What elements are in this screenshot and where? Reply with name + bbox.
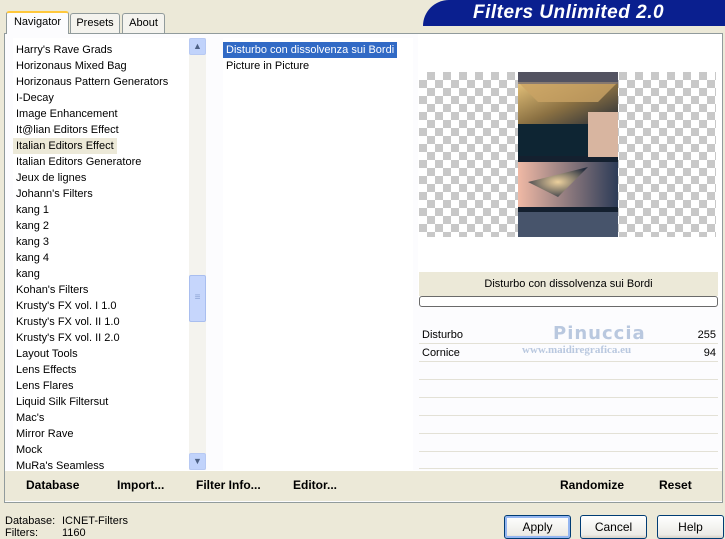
category-item[interactable]: kang 1	[13, 202, 52, 218]
category-item[interactable]: Johann's Filters	[13, 186, 96, 202]
category-item[interactable]: Mock	[13, 442, 45, 458]
category-item[interactable]: Krusty's FX vol. II 1.0	[13, 314, 123, 330]
filters-count-value: 1160	[62, 527, 86, 539]
category-item[interactable]: Layout Tools	[13, 346, 81, 362]
database-status-label: Database:	[5, 515, 56, 527]
app-title-banner: Filters Unlimited 2.0	[423, 0, 725, 26]
randomize-button[interactable]: Randomize	[560, 478, 624, 492]
category-item[interactable]: Jeux de lignes	[13, 170, 89, 186]
watermark-name: Pinuccia	[553, 323, 646, 344]
filter-item[interactable]: Picture in Picture	[223, 58, 312, 74]
category-item[interactable]: Horizonaus Mixed Bag	[13, 58, 130, 74]
param-name: Cornice	[422, 347, 460, 359]
param-row-empty	[419, 452, 718, 469]
app-title: Filters Unlimited 2.0	[473, 2, 665, 23]
category-item[interactable]: Horizonaus Pattern Generators	[13, 74, 171, 90]
param-value[interactable]: 94	[704, 344, 716, 362]
category-item[interactable]: kang 3	[13, 234, 52, 250]
category-item[interactable]: It@lian Editors Effect	[13, 122, 122, 138]
tab-navigator[interactable]: Navigator	[6, 11, 69, 34]
tab-navigator-label: Navigator	[13, 16, 62, 28]
database-button[interactable]: Database	[26, 478, 79, 492]
param-row-empty	[419, 362, 718, 380]
category-scrollbar[interactable]: ▲ ≡ ▼	[189, 38, 206, 470]
param-row-empty	[419, 434, 718, 452]
category-item[interactable]: Mac's	[13, 410, 47, 426]
preview-image-graphic	[518, 72, 618, 237]
filter-list[interactable]: Disturbo con dissolvenza sui Bordi Pictur…	[223, 38, 413, 470]
category-item[interactable]: Krusty's FX vol. II 2.0	[13, 330, 123, 346]
category-item[interactable]: Mirror Rave	[13, 426, 76, 442]
tab-presets[interactable]: Presets	[70, 13, 120, 33]
cancel-button[interactable]: Cancel	[580, 515, 647, 539]
category-item[interactable]: MuRa's Seamless	[13, 458, 107, 470]
category-item[interactable]: kang 4	[13, 250, 52, 266]
category-list[interactable]: Harry's Rave Grads Horizonaus Mixed Bag Ho…	[13, 38, 191, 470]
param-row-empty	[419, 416, 718, 434]
param-row-empty	[419, 398, 718, 416]
category-item[interactable]: kang	[13, 266, 43, 282]
current-filter-name-bar: Disturbo con dissolvenza sui Bordi	[419, 272, 718, 296]
category-item[interactable]: Italian Editors Generatore	[13, 154, 144, 170]
preview-image	[518, 72, 618, 237]
reset-button[interactable]: Reset	[659, 478, 692, 492]
scroll-down-button[interactable]: ▼	[189, 453, 206, 470]
editor-button[interactable]: Editor...	[293, 478, 337, 492]
progress-bar	[419, 296, 718, 307]
category-item[interactable]: Harry's Rave Grads	[13, 42, 115, 58]
scroll-up-button[interactable]: ▲	[189, 38, 206, 55]
param-name: Disturbo	[422, 329, 463, 341]
filter-info-button[interactable]: Filter Info...	[196, 478, 261, 492]
param-value[interactable]: 255	[698, 326, 716, 344]
database-status-value: ICNET-Filters	[62, 515, 128, 527]
help-button[interactable]: Help	[657, 515, 724, 539]
category-item[interactable]: Liquid Silk Filtersut	[13, 394, 111, 410]
category-item[interactable]: kang 2	[13, 218, 52, 234]
category-item[interactable]: Image Enhancement	[13, 106, 121, 122]
import-button[interactable]: Import...	[117, 478, 164, 492]
category-item[interactable]: Krusty's FX vol. I 1.0	[13, 298, 120, 314]
apply-button[interactable]: Apply	[504, 515, 571, 539]
tab-presets-label: Presets	[76, 17, 114, 29]
tab-about[interactable]: About	[122, 13, 165, 33]
category-item[interactable]: Italian Editors Effect	[13, 138, 117, 154]
category-item[interactable]: Kohan's Filters	[13, 282, 91, 298]
category-item[interactable]: I-Decay	[13, 90, 57, 106]
filter-item[interactable]: Disturbo con dissolvenza sui Bordi	[223, 42, 398, 58]
current-filter-name: Disturbo con dissolvenza sui Bordi	[484, 278, 653, 290]
category-item[interactable]: Lens Flares	[13, 378, 76, 394]
tab-about-label: About	[129, 17, 158, 29]
scroll-thumb[interactable]: ≡	[189, 275, 206, 322]
watermark-url: www.maidiregrafica.eu	[522, 344, 632, 356]
param-row-empty	[419, 380, 718, 398]
category-item[interactable]: Lens Effects	[13, 362, 79, 378]
filters-count-label: Filters:	[5, 527, 38, 539]
